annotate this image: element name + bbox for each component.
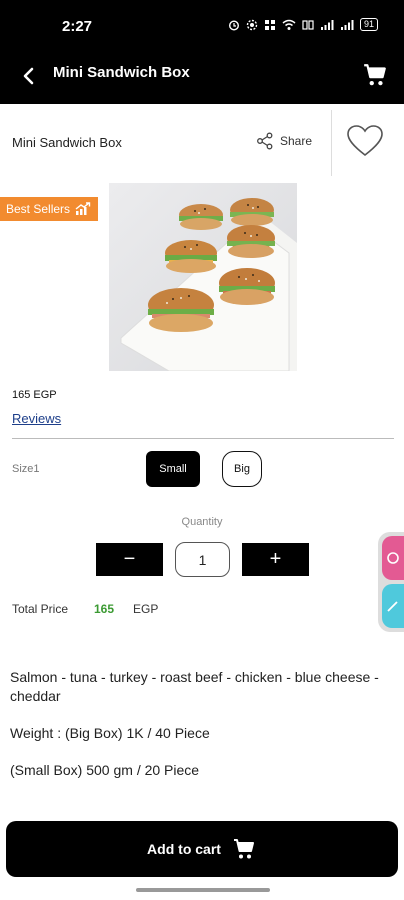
quantity-value[interactable]: 1 xyxy=(175,542,230,577)
share-button[interactable]: Share xyxy=(256,132,312,150)
shopping-cart-icon xyxy=(364,64,386,86)
heart-icon xyxy=(347,125,383,157)
size-option-big[interactable]: Big xyxy=(222,451,262,487)
total-price-currency: EGP xyxy=(133,602,159,616)
page-title: Mini Sandwich Box xyxy=(53,64,190,81)
cart-button[interactable] xyxy=(360,60,390,90)
settings-icon xyxy=(246,19,258,30)
best-sellers-badge: Best Sellers xyxy=(0,197,98,221)
product-description: Salmon - tuna - turkey - roast beef - ch… xyxy=(10,668,390,798)
signal-icon xyxy=(320,19,334,30)
status-icons: 91 xyxy=(228,18,378,31)
product-image xyxy=(109,183,297,371)
reviews-link[interactable]: Reviews xyxy=(12,411,61,426)
quantity-label: Quantity xyxy=(181,516,223,528)
share-icon xyxy=(257,132,273,150)
divider xyxy=(12,438,394,439)
wifi-icon xyxy=(282,19,296,30)
back-button[interactable] xyxy=(14,62,42,90)
size-option-small[interactable]: Small xyxy=(146,451,200,487)
product-price: 165 EGP xyxy=(12,389,57,401)
alarm-icon xyxy=(228,19,239,31)
quantity-increment-button[interactable]: + xyxy=(242,543,309,576)
quantity-decrement-button[interactable]: − xyxy=(96,543,163,576)
app-bar: Mini Sandwich Box xyxy=(0,48,404,104)
description-ingredients: Salmon - tuna - turkey - roast beef - ch… xyxy=(10,669,379,704)
shopping-cart-icon xyxy=(233,839,254,859)
total-price-label: Total Price xyxy=(12,602,69,616)
status-bar: 2:27 91 xyxy=(0,0,404,48)
trending-chart-icon xyxy=(75,202,91,215)
chat-icon xyxy=(387,552,399,564)
edit-icon xyxy=(387,601,398,612)
total-price-value: 165 xyxy=(94,602,115,616)
add-to-cart-button[interactable]: Add to cart xyxy=(6,821,398,877)
network-icon xyxy=(264,19,275,30)
add-to-cart-label: Add to cart xyxy=(147,841,221,857)
data-icon xyxy=(302,19,314,30)
sandwich-photo xyxy=(109,183,297,371)
divider xyxy=(331,110,332,176)
description-weight-big: Weight : (Big Box) 1K / 40 Piece xyxy=(10,725,210,741)
floating-action-widget xyxy=(378,532,404,632)
favorite-button[interactable] xyxy=(346,124,384,160)
size-label: Size1 xyxy=(12,463,40,475)
floating-pink-button[interactable] xyxy=(382,536,404,580)
product-title: Mini Sandwich Box xyxy=(12,135,122,150)
home-indicator xyxy=(136,888,270,892)
description-weight-small: (Small Box) 500 gm / 20 Piece xyxy=(10,762,200,778)
battery-icon: 91 xyxy=(359,18,378,31)
share-label: Share xyxy=(280,134,313,148)
best-sellers-label: Best Sellers xyxy=(6,202,71,216)
signal-icon-2 xyxy=(340,19,354,30)
arrow-back-icon xyxy=(23,67,34,85)
status-time: 2:27 xyxy=(62,18,93,35)
floating-cyan-button[interactable] xyxy=(382,584,404,628)
